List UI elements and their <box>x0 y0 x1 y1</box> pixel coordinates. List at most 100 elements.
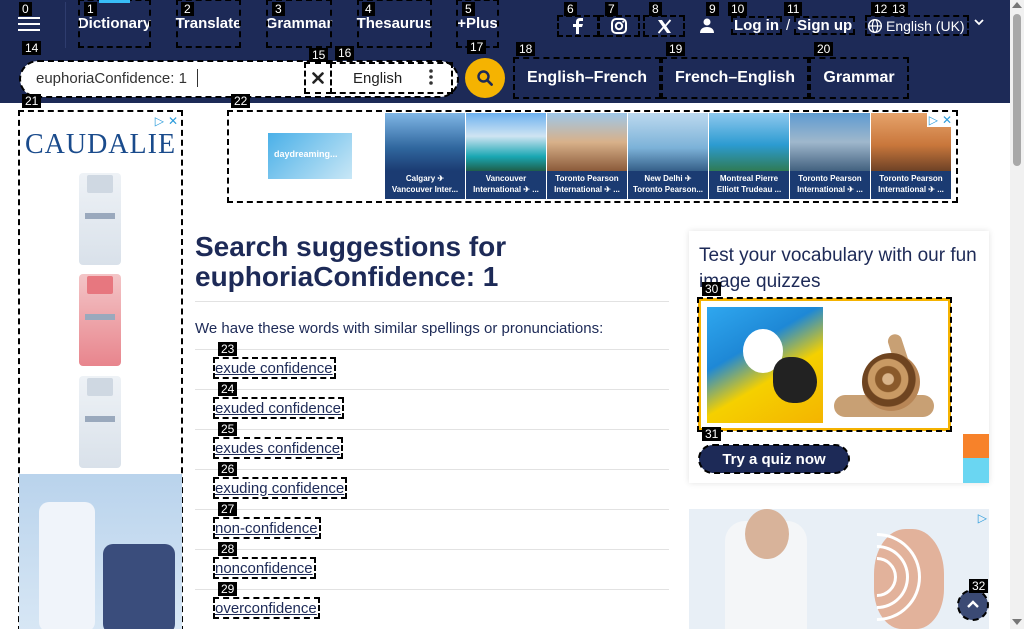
language-label: English (UK) <box>886 17 965 34</box>
annotation-25: 25 <box>218 422 238 436</box>
ad-info-icon[interactable]: ▷ <box>978 511 987 525</box>
annotation-24: 24 <box>218 382 238 396</box>
annotation-7: 7 <box>605 2 618 16</box>
link-french-english[interactable]: French–English <box>661 57 809 99</box>
flight-tile[interactable]: Toronto Pearson International ✈ ... <box>790 113 870 199</box>
annotation-27: 27 <box>218 502 238 516</box>
ad-info-icon[interactable]: ▷ <box>155 114 164 128</box>
annotation-9: 9 <box>706 2 719 16</box>
chevron-down-icon <box>974 19 984 26</box>
login-link[interactable]: Log in <box>731 15 782 35</box>
divider <box>195 429 669 430</box>
suggestion-link[interactable]: non-confidence <box>213 517 321 539</box>
dictionary-select[interactable]: English <box>330 62 453 94</box>
dictionary-select-value: English <box>353 69 403 87</box>
x-icon[interactable] <box>643 15 685 37</box>
try-quiz-button[interactable]: Try a quiz now <box>698 444 850 474</box>
ad-close-icon[interactable]: ✕ <box>168 114 178 128</box>
divider <box>195 509 669 510</box>
top-header <box>0 0 1010 52</box>
annotation-14: 14 <box>22 41 42 55</box>
annotation-23: 23 <box>218 342 238 356</box>
suggestion-link[interactable]: exudes confidence <box>212 437 344 459</box>
chevron-up-icon <box>967 600 979 608</box>
annotation-4: 4 <box>362 2 375 16</box>
annotation-6: 6 <box>564 2 577 16</box>
facebook-icon[interactable] <box>557 15 599 37</box>
language-select[interactable]: English (UK) <box>865 15 984 36</box>
suggestion-link[interactable]: exuded confidence <box>213 397 344 419</box>
annotation-10: 10 <box>728 2 748 16</box>
annotation-19: 19 <box>666 42 686 56</box>
scroll-down-arrow[interactable] <box>1012 619 1022 625</box>
user-icon <box>700 18 714 33</box>
divider <box>195 349 669 350</box>
suggestion-link[interactable]: nonconfidence <box>213 557 316 579</box>
link-english-french[interactable]: English–French <box>513 57 661 99</box>
divider <box>195 469 669 470</box>
text-caret <box>197 69 198 87</box>
feedback-tab[interactable] <box>963 434 989 458</box>
annotation-2: 2 <box>181 2 194 16</box>
more-vertical-icon <box>429 69 433 85</box>
suggestion-link[interactable]: exuding confidence <box>212 477 348 499</box>
flight-tile[interactable]: Vancouver International ✈ ... <box>466 113 546 199</box>
scrollbar-thumb[interactable] <box>1013 14 1021 166</box>
annotation-31: 31 <box>702 427 722 441</box>
annotation-12: 12 <box>871 2 891 16</box>
ad-choices[interactable]: ▷ ✕ <box>926 113 954 127</box>
annotation-29: 29 <box>218 582 238 596</box>
globe-icon <box>868 18 882 33</box>
ad-banner-image <box>19 474 182 629</box>
search-term: euphoriaConfidence: 1 <box>195 261 499 292</box>
hearing-ad[interactable]: ▷ <box>689 509 989 629</box>
annotation-28: 28 <box>218 542 238 556</box>
search-input[interactable] <box>36 67 296 89</box>
flight-tile[interactable]: Toronto Pearson International ✈ ... <box>547 113 627 199</box>
flight-tile[interactable]: Montreal Pierre Elliott Trudeau ... <box>709 113 789 199</box>
instagram-icon[interactable] <box>598 15 640 37</box>
annotation-0: 0 <box>19 2 32 16</box>
annotation-18: 18 <box>516 42 536 56</box>
ad-close-icon[interactable]: ✕ <box>942 113 952 127</box>
ad-promo-image: daydreaming... <box>230 113 385 199</box>
feedback-tab[interactable] <box>963 458 989 483</box>
divider <box>195 301 669 302</box>
annotation-3: 3 <box>272 2 285 16</box>
divider <box>195 589 669 590</box>
search-button[interactable] <box>465 58 505 98</box>
scroll-up-arrow[interactable] <box>1012 2 1022 8</box>
annotation-1: 1 <box>84 2 97 16</box>
divider <box>195 389 669 390</box>
annotation-20: 20 <box>814 42 834 56</box>
annotation-21: 21 <box>22 94 42 108</box>
ad-info-icon[interactable]: ▷ <box>929 113 938 127</box>
close-icon <box>312 72 324 84</box>
auth-separator: / <box>786 16 791 34</box>
ad-choices[interactable]: ▷ ✕ <box>155 114 178 128</box>
parrot-image <box>707 307 823 423</box>
annotation-26: 26 <box>218 462 238 476</box>
suggestion-link[interactable]: exude confidence <box>213 357 336 379</box>
suggestion-link[interactable]: overconfidence <box>213 597 320 619</box>
back-to-top-button[interactable] <box>957 589 989 621</box>
search-icon <box>477 70 493 86</box>
ad-choices[interactable]: ▷ <box>978 511 987 525</box>
annotation-11: 11 <box>784 2 803 16</box>
flights-ad[interactable]: daydreaming... Calgary ✈ Vancouver Inter.… <box>227 110 958 203</box>
annotation-16: 16 <box>335 46 355 60</box>
product-image <box>79 274 121 366</box>
annotation-5: 5 <box>462 2 475 16</box>
clear-search-button[interactable] <box>304 62 332 94</box>
quiz-title: Test your vocabulary with our fun image … <box>699 245 977 292</box>
divider <box>195 549 669 550</box>
annotation-32: 32 <box>969 579 989 593</box>
left-ad[interactable]: ▷ ✕ CAUDALIE <box>18 110 183 629</box>
flight-tile[interactable]: New Delhi ✈ Toronto Pearson... <box>628 113 708 199</box>
annotation-22: 22 <box>231 94 251 108</box>
product-image <box>79 173 121 265</box>
ad-brand-logo: CAUDALIE <box>24 129 177 160</box>
link-grammar[interactable]: Grammar <box>809 57 909 99</box>
flight-tile[interactable]: Calgary ✈ Vancouver Inter... <box>385 113 465 199</box>
signup-link[interactable]: Sign up <box>794 15 856 35</box>
